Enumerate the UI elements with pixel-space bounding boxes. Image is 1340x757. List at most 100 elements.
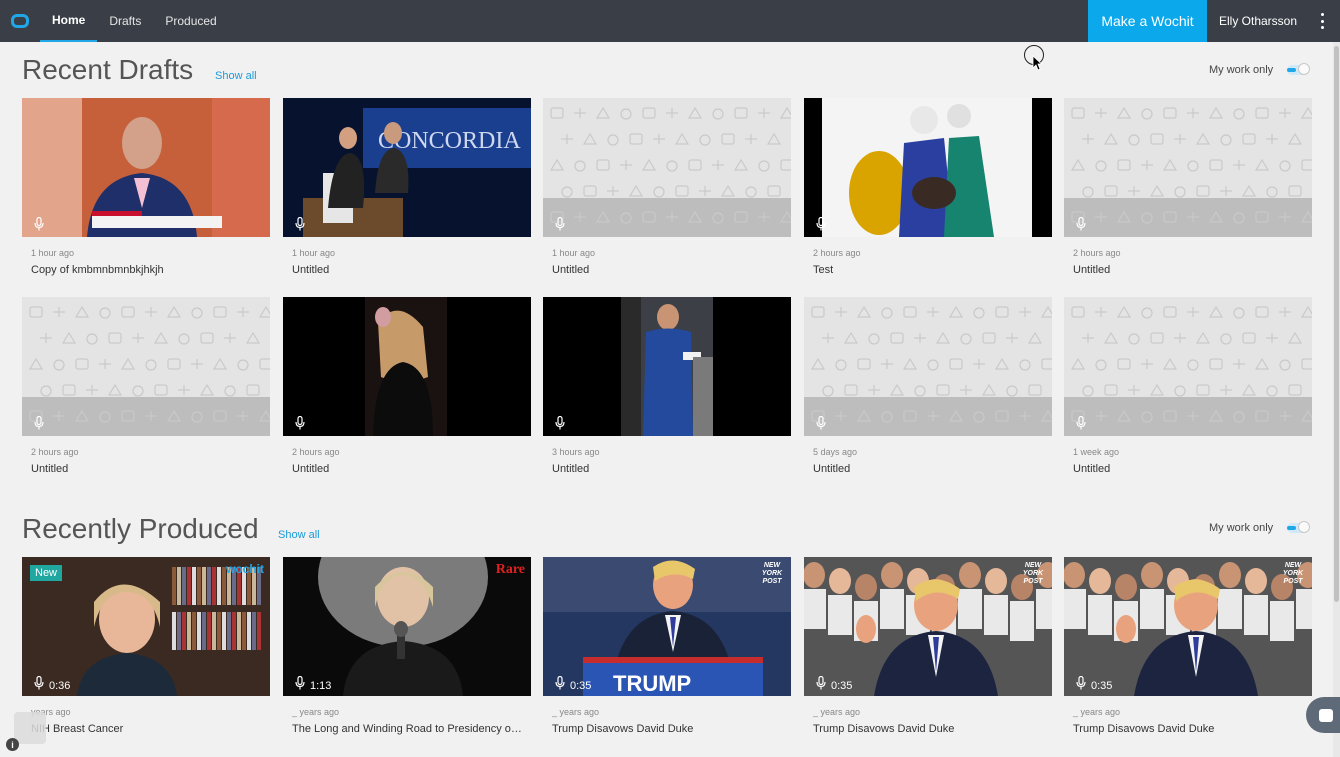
card-timestamp: 3 hours ago: [552, 447, 600, 457]
draft-card[interactable]: 2 hours ago Untitled: [283, 297, 531, 475]
draft-card[interactable]: 1 hour ago Untitled: [543, 98, 791, 276]
card-title: Trump Disavows David Duke: [552, 723, 694, 735]
video-thumbnail[interactable]: [22, 297, 270, 436]
wochit-logo-icon[interactable]: [0, 0, 40, 42]
draft-card[interactable]: 2 hours ago Untitled: [1064, 98, 1312, 276]
video-thumbnail[interactable]: [543, 98, 791, 237]
tab-drafts[interactable]: Drafts: [97, 0, 153, 42]
card-timestamp: 2 hours ago: [292, 447, 340, 457]
produced-card[interactable]: New wochit 0:36 years ago NIH Breast Cancer: [22, 557, 270, 735]
tab-produced[interactable]: Produced: [153, 0, 228, 42]
card-title: Untitled: [1073, 264, 1111, 276]
microphone-icon: [1076, 415, 1086, 430]
card-timestamp: _ years ago: [292, 707, 340, 717]
chat-support-button[interactable]: [1306, 697, 1340, 733]
video-thumbnail[interactable]: CONCORDIA: [283, 98, 531, 237]
draft-card[interactable]: 2 hours ago Test: [804, 98, 1052, 276]
card-timestamp: 2 hours ago: [1073, 248, 1121, 258]
video-thumbnail[interactable]: [804, 98, 1052, 237]
card-timestamp: _ years ago: [552, 707, 600, 717]
produced-card[interactable]: NEW YORK POST 0:35 _ years ago Trump Disavo…: [1064, 557, 1312, 735]
video-duration: 0:35: [1091, 680, 1113, 692]
drafts-show-all-link[interactable]: Show all: [215, 70, 257, 82]
card-timestamp: 1 hour ago: [292, 248, 336, 258]
drafts-my-work-label: My work only: [1209, 64, 1274, 76]
draft-card[interactable]: 2 hours ago Untitled: [22, 297, 270, 475]
video-thumbnail[interactable]: NEW YORK POST 0:35: [1064, 557, 1312, 696]
card-title: Untitled: [813, 463, 851, 475]
card-timestamp: _ years ago: [813, 707, 861, 717]
card-title: Test: [813, 264, 834, 276]
make-a-wochit-button[interactable]: Make a Wochit: [1088, 0, 1207, 42]
chat-icon: [1319, 708, 1333, 722]
svg-text:TRUMP: TRUMP: [613, 671, 691, 696]
brand-logo: Rare: [495, 562, 525, 577]
video-thumbnail[interactable]: Rare 1:13: [283, 557, 531, 696]
drafts-my-work-toggle[interactable]: [1287, 63, 1310, 75]
top-navigation-bar: Home Drafts Produced Make a Wochit Elly …: [0, 0, 1340, 42]
video-thumbnail[interactable]: [1064, 98, 1312, 237]
recent-drafts-title: Recent Drafts: [22, 54, 194, 85]
card-timestamp: 5 days ago: [813, 447, 858, 457]
card-timestamp: years ago: [31, 707, 71, 717]
brand-logo: NEW YORK POST: [1022, 562, 1044, 585]
produced-show-all-link[interactable]: Show all: [278, 529, 320, 541]
video-duration: 0:35: [570, 680, 592, 692]
info-icon[interactable]: i: [6, 738, 19, 751]
card-title: The Long and Winding Road to Presidency …: [292, 723, 524, 735]
video-thumbnail[interactable]: [22, 98, 270, 237]
card-timestamp: _ years ago: [1073, 707, 1121, 717]
page-scrollbar[interactable]: [1333, 42, 1340, 757]
video-thumbnail[interactable]: TRUMP NEW YORK POST 0:35: [543, 557, 791, 696]
video-duration: 0:35: [831, 680, 853, 692]
microphone-icon: [816, 415, 826, 430]
produced-my-work-toggle[interactable]: [1287, 521, 1310, 533]
more-options-icon[interactable]: [1316, 13, 1328, 29]
card-title: Untitled: [292, 463, 330, 475]
video-thumbnail[interactable]: [283, 297, 531, 436]
new-badge: New: [30, 565, 63, 581]
draft-card[interactable]: 1 week ago Untitled: [1064, 297, 1312, 475]
video-thumbnail[interactable]: [1064, 297, 1312, 436]
microphone-icon: [295, 415, 305, 430]
video-thumbnail[interactable]: [543, 297, 791, 436]
card-title: Untitled: [552, 264, 590, 276]
draft-card[interactable]: 1 hour ago Copy of kmbmnbmnbkjhkjh: [22, 98, 270, 276]
microphone-icon: [816, 216, 826, 231]
card-timestamp: 1 week ago: [1073, 447, 1120, 457]
card-title: Trump Disavows David Duke: [1073, 723, 1215, 735]
brand-logo: NEW YORK POST: [1282, 562, 1304, 585]
microphone-icon: [1076, 216, 1086, 231]
video-duration: 0:36: [49, 680, 71, 692]
card-title: Untitled: [292, 264, 330, 276]
produced-card[interactable]: TRUMP NEW YORK POST 0:35 _ years ago Trump D…: [543, 557, 791, 735]
card-title: Untitled: [31, 463, 69, 475]
microphone-icon: [816, 675, 826, 690]
card-title: Untitled: [1073, 463, 1111, 475]
microphone-icon: [295, 675, 305, 690]
microphone-icon: [555, 675, 565, 690]
video-thumbnail[interactable]: [804, 297, 1052, 436]
card-title: Trump Disavows David Duke: [813, 723, 955, 735]
help-widget-icon[interactable]: [14, 712, 46, 744]
tab-home[interactable]: Home: [40, 0, 98, 42]
brand-logo: NEW YORK POST: [761, 562, 783, 585]
microphone-icon: [555, 216, 565, 231]
produced-card[interactable]: NEW YORK POST 0:35 _ years ago Trump Disavo…: [804, 557, 1052, 735]
card-title: Copy of kmbmnbmnbkjhkjh: [31, 264, 164, 276]
produced-card[interactable]: Rare 1:13 _ years ago The Long and Winding …: [283, 557, 531, 735]
card-timestamp: 2 hours ago: [31, 447, 79, 457]
draft-card[interactable]: 5 days ago Untitled: [804, 297, 1052, 475]
draft-card[interactable]: CONCORDIA 1 hour ago Untitled: [283, 98, 531, 276]
card-timestamp: 2 hours ago: [813, 248, 861, 258]
user-menu[interactable]: Elly Otharsson: [1219, 0, 1297, 42]
produced-my-work-label: My work only: [1209, 522, 1274, 534]
video-thumbnail[interactable]: NEW YORK POST 0:35: [804, 557, 1052, 696]
microphone-icon: [555, 415, 565, 430]
microphone-icon: [295, 216, 305, 231]
card-title: NIH Breast Cancer: [31, 723, 124, 735]
video-thumbnail[interactable]: New wochit 0:36: [22, 557, 270, 696]
card-title: Untitled: [552, 463, 590, 475]
draft-card[interactable]: 3 hours ago Untitled: [543, 297, 791, 475]
brand-logo: wochit: [226, 562, 264, 576]
